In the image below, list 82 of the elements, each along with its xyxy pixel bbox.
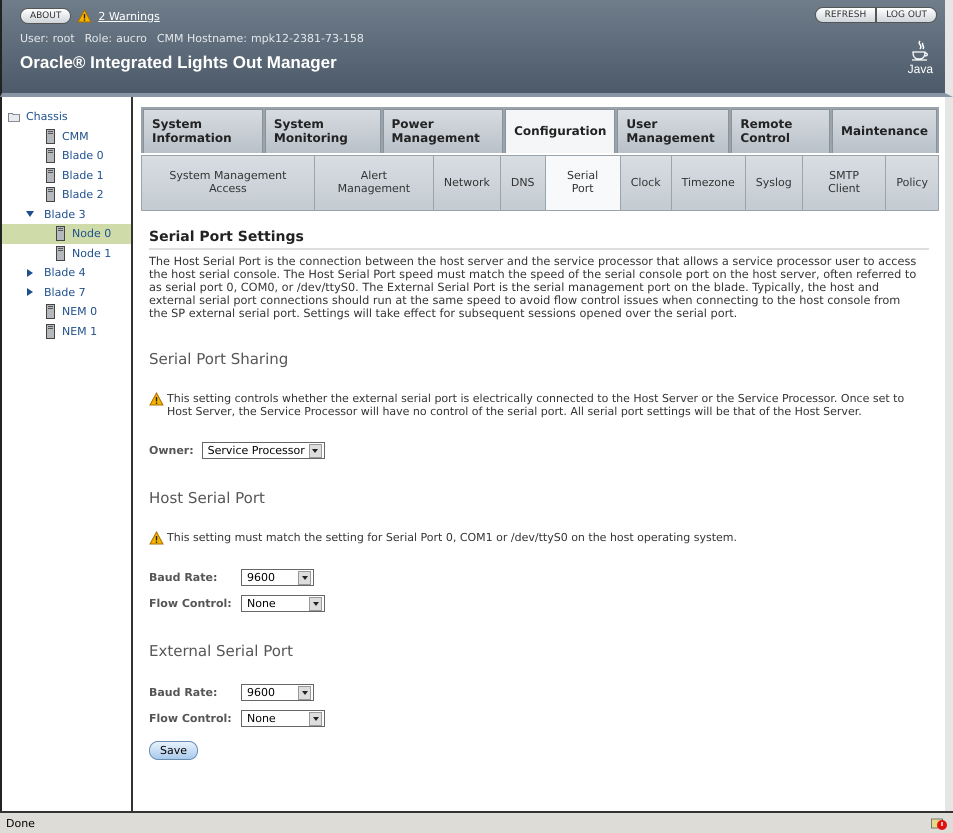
warning-text: This setting controls whether the external serial port is electrically connected to the Host Server or the Service Processor. Once set to Host Server, the Service Processor will have no control of the serial port. All serial port settings will be that of the Host Server. bbox=[167, 392, 906, 418]
tree-item[interactable]: Blade 2 bbox=[2, 185, 131, 204]
sub-tab[interactable]: Syslog bbox=[746, 156, 802, 210]
page-title: Serial Port Settings bbox=[149, 229, 929, 250]
about-button[interactable]: ABOUT bbox=[20, 8, 72, 24]
role-label: Role: bbox=[84, 32, 112, 45]
field-label: Flow Control: bbox=[149, 597, 233, 610]
coffee-cup-icon bbox=[910, 40, 930, 62]
tree-item[interactable]: Blade 1 bbox=[2, 166, 131, 185]
tree-item[interactable]: CMM bbox=[2, 126, 131, 146]
server-icon bbox=[46, 187, 54, 202]
security-alert-icon bbox=[931, 816, 947, 830]
tree-item[interactable]: Blade 7 bbox=[2, 282, 131, 302]
logout-button[interactable]: LOG OUT bbox=[876, 7, 937, 23]
dropdown-arrow-icon bbox=[312, 448, 318, 452]
server-icon bbox=[46, 128, 54, 144]
sub-tab[interactable]: SMTP Client bbox=[802, 156, 886, 210]
dropdown[interactable]: None bbox=[241, 710, 325, 727]
tree-item[interactable]: Blade 0 bbox=[2, 146, 131, 166]
hostname-label: CMM Hostname: bbox=[156, 32, 247, 45]
main-tab[interactable]: System Information bbox=[143, 109, 263, 153]
app-title: Oracle® Integrated Lights Out Manager bbox=[20, 53, 337, 73]
main-tab[interactable]: Power Management bbox=[382, 109, 504, 153]
role-value: aucro bbox=[116, 32, 147, 45]
sub-tab[interactable]: DNS bbox=[500, 156, 545, 210]
expanded-arrow-icon[interactable] bbox=[26, 211, 34, 218]
dropdown-arrow-icon bbox=[312, 716, 318, 720]
user-value: root bbox=[52, 32, 75, 45]
main-tab[interactable]: User Management bbox=[617, 109, 730, 153]
status-text: Done bbox=[6, 816, 35, 830]
dropdown[interactable]: Service Processor bbox=[202, 442, 325, 459]
logo-text: Java bbox=[908, 62, 933, 76]
section-heading: Host Serial Port bbox=[149, 489, 266, 507]
warnings-link[interactable]: 2 Warnings bbox=[98, 10, 160, 22]
sub-tab[interactable]: Clock bbox=[620, 156, 671, 210]
sub-tab[interactable]: Timezone bbox=[672, 156, 745, 210]
tree-item[interactable]: Node 1 bbox=[2, 244, 131, 263]
section-heading: Serial Port Sharing bbox=[149, 350, 290, 368]
server-icon bbox=[56, 246, 64, 261]
section-heading: External Serial Port bbox=[149, 642, 294, 660]
main-tab[interactable]: Maintenance bbox=[832, 109, 938, 153]
warning-icon bbox=[149, 531, 164, 545]
refresh-button[interactable]: REFRESH bbox=[814, 7, 876, 23]
main-tab[interactable]: Configuration bbox=[505, 109, 616, 153]
dropdown-arrow-icon bbox=[302, 576, 308, 580]
server-icon bbox=[46, 148, 54, 164]
save-button[interactable]: Save bbox=[149, 741, 198, 760]
server-icon bbox=[46, 304, 54, 320]
main-tab[interactable]: Remote Control bbox=[731, 109, 830, 153]
collapsed-arrow-icon[interactable] bbox=[27, 288, 33, 296]
dropdown-arrow-icon bbox=[312, 602, 318, 606]
tree-item[interactable]: Blade 3 bbox=[2, 204, 131, 224]
tree-item[interactable]: Blade 4 bbox=[2, 263, 131, 282]
sub-tab[interactable]: Serial Port bbox=[546, 156, 620, 210]
collapsed-arrow-icon[interactable] bbox=[27, 268, 33, 277]
warning-text: This setting must match the setting for Serial Port 0, COM1 or /dev/ttyS0 on the host operating system. bbox=[167, 531, 738, 545]
warning-icon bbox=[149, 392, 164, 406]
server-icon bbox=[46, 168, 54, 183]
server-icon bbox=[46, 324, 54, 339]
field-label: Owner: bbox=[149, 444, 194, 457]
warning-icon bbox=[77, 9, 92, 23]
sub-tab[interactable]: Alert Management bbox=[314, 156, 433, 210]
field-label: Flow Control: bbox=[149, 712, 233, 725]
folder-icon bbox=[8, 110, 20, 123]
intro-paragraph: The Host Serial Port is the connection between the host server and the service processor that allows a service processor user to access the host serial console. The Host Serial Port speed must match the speed of the serial console port on the host server, often referred to as serial port 0, COM0, or /dev/ttyS0. The External Serial Port is the serial management port on the blade. Typically, the host and external serial port connections should run at the same speed to avoid flow control issues when connecting to the host console from the SP external serial port. Settings will take effect for subsequent sessions opened over the serial port. bbox=[149, 255, 918, 320]
sub-tab[interactable]: System Management Access bbox=[142, 156, 314, 210]
dropdown[interactable]: 9600 bbox=[241, 684, 314, 701]
dropdown[interactable]: 9600 bbox=[241, 569, 314, 586]
dropdown-arrow-icon bbox=[302, 690, 308, 694]
main-tab[interactable]: System Monitoring bbox=[264, 109, 381, 153]
sub-tab[interactable]: Network bbox=[434, 156, 500, 210]
server-icon bbox=[56, 226, 64, 242]
field-label: Baud Rate: bbox=[149, 571, 218, 584]
tree-item[interactable]: NEM 1 bbox=[2, 322, 131, 341]
field-label: Baud Rate: bbox=[149, 686, 218, 699]
tree-item[interactable]: Node 0 bbox=[2, 224, 131, 244]
dropdown[interactable]: None bbox=[241, 595, 325, 612]
tree-item[interactable]: NEM 0 bbox=[2, 302, 131, 322]
hostname-value: mpk12-2381-73-158 bbox=[250, 32, 364, 45]
tree-item[interactable]: Chassis bbox=[2, 107, 131, 126]
sub-tab[interactable]: Policy bbox=[886, 156, 938, 210]
user-label: User: bbox=[20, 32, 49, 45]
